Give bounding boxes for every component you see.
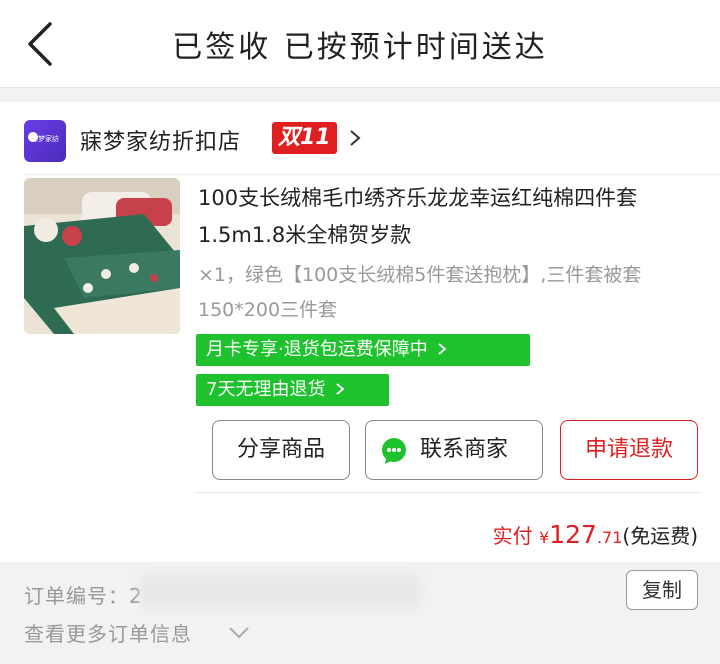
chevron-down-icon[interactable] — [228, 626, 250, 640]
amount-integer: 127 — [549, 520, 597, 549]
product-title[interactable]: 100支长绒棉毛巾绣齐乐龙龙幸运红纯棉四件套1.5m1.8米全棉贺岁款 — [198, 180, 698, 254]
chevron-right-icon[interactable] — [348, 128, 362, 148]
apply-refund-button[interactable]: 申请退款 — [560, 420, 698, 480]
order-card: 寐梦家纺 寐梦家纺折扣店 双11 100支长绒棉毛巾绣齐乐龙龙幸运红纯棉四件套1… — [0, 102, 720, 562]
order-number: 订单编号：2 — [24, 584, 143, 608]
shipping-note: (免运费) — [622, 524, 698, 548]
tag-monthly-card[interactable]: 月卡专享·退货包运费保障中 — [196, 334, 530, 366]
double11-badge: 双11 — [272, 122, 337, 154]
payment-summary: 实付 ¥127.71(免运费) — [493, 520, 698, 549]
amount-decimal: .71 — [596, 528, 623, 547]
tag-label: 7天无理由退货 — [206, 379, 326, 400]
product-spec: ×1，绿色【100支长绒棉5件套送抱枕】,三件套被套150*200三件套 — [198, 264, 642, 321]
tag-7day-return[interactable]: 7天无理由退货 — [196, 374, 389, 406]
shop-logo[interactable]: 寐梦家纺 — [24, 120, 66, 162]
contact-seller-button[interactable]: 联系商家 — [365, 420, 543, 480]
divider — [24, 174, 720, 175]
page-title: 已签收 已按预计时间送达 — [172, 30, 548, 65]
paid-label: 实付 — [492, 524, 533, 548]
contact-seller-label: 联系商家 — [420, 437, 509, 462]
share-product-button[interactable]: 分享商品 — [212, 420, 350, 480]
shop-name[interactable]: 寐梦家纺折扣店 — [80, 124, 241, 156]
chat-icon — [382, 438, 406, 464]
chevron-right-icon — [438, 343, 447, 355]
redacted-order-number — [140, 574, 420, 608]
bedding-image-icon — [24, 178, 180, 334]
tag-label: 月卡专享·退货包运费保障中 — [206, 339, 428, 360]
product-image[interactable] — [24, 178, 180, 334]
divider — [196, 492, 700, 493]
top-bar: 已签收 已按预计时间送达 — [0, 0, 720, 88]
more-order-info-link[interactable]: 查看更多订单信息 — [24, 618, 192, 647]
copy-button[interactable]: 复制 — [626, 570, 698, 610]
shop-logo-text: 寐梦家纺 — [31, 135, 59, 143]
currency-symbol: ¥ — [539, 528, 550, 547]
chevron-right-icon — [336, 383, 345, 395]
